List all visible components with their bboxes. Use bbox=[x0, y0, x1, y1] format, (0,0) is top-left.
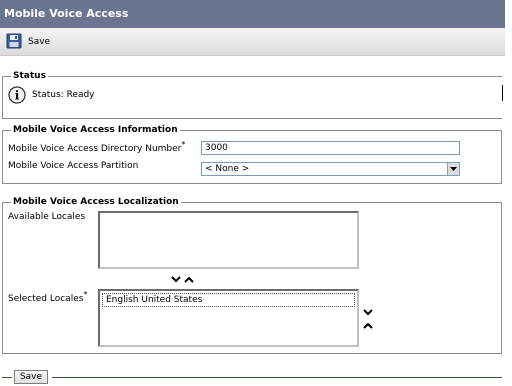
order-down-icon[interactable] bbox=[362, 307, 374, 317]
status-text: Status: Ready bbox=[32, 90, 95, 100]
info-icon: i bbox=[8, 86, 26, 107]
info-legend: Mobile Voice Access Information bbox=[11, 125, 180, 136]
footer-rule-left bbox=[2, 377, 12, 378]
floppy-disk-icon bbox=[6, 33, 22, 52]
partition-label: Mobile Voice Access Partition bbox=[8, 161, 139, 171]
status-legend: Status bbox=[11, 71, 48, 82]
status-section: Status i Status: Ready bbox=[2, 71, 503, 119]
status-divider bbox=[502, 85, 503, 101]
window-title: Mobile Voice Access bbox=[0, 0, 505, 28]
directory-number-input[interactable] bbox=[201, 141, 460, 155]
required-marker: * bbox=[83, 290, 88, 299]
selected-locales-list[interactable]: English United States bbox=[98, 289, 359, 347]
available-locales-label: Available Locales bbox=[8, 212, 86, 222]
partition-select-value: < None > bbox=[205, 164, 250, 174]
info-section: Mobile Voice Access Information Mobile V… bbox=[2, 125, 502, 184]
available-locales-list[interactable] bbox=[98, 211, 359, 269]
partition-select[interactable]: < None > bbox=[201, 162, 460, 176]
required-marker: * bbox=[181, 140, 186, 149]
move-down-icon[interactable] bbox=[170, 274, 182, 284]
toolbar-save-label: Save bbox=[28, 37, 51, 47]
chevron-down-icon[interactable] bbox=[447, 163, 459, 175]
move-up-icon[interactable] bbox=[183, 274, 195, 284]
footer-rule-right bbox=[52, 377, 502, 378]
save-button[interactable]: Save bbox=[14, 370, 48, 384]
directory-number-label: Mobile Voice Access Directory Number* bbox=[8, 140, 186, 154]
localization-legend: Mobile Voice Access Localization bbox=[11, 197, 181, 208]
toolbar-save-button[interactable]: Save bbox=[6, 33, 50, 51]
localization-section: Mobile Voice Access Localization Availab… bbox=[2, 197, 502, 354]
list-item[interactable]: English United States bbox=[102, 293, 355, 307]
order-up-icon[interactable] bbox=[362, 320, 374, 330]
svg-text:i: i bbox=[15, 89, 20, 103]
selected-locales-label: Selected Locales* bbox=[8, 290, 88, 304]
toolbar: Save bbox=[0, 28, 505, 56]
